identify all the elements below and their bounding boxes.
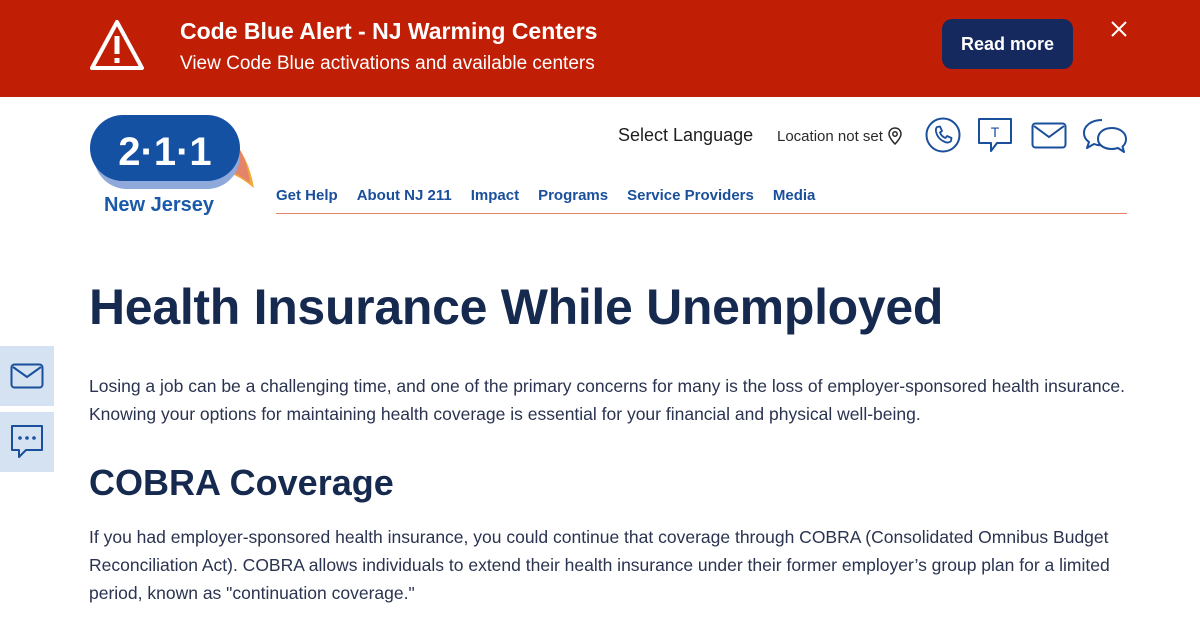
nav-divider <box>276 213 1127 214</box>
chat-icon <box>11 425 43 458</box>
nav-service-providers[interactable]: Service Providers <box>627 187 754 204</box>
nav-get-help[interactable]: Get Help <box>276 187 338 204</box>
alert-subtitle[interactable]: View Code Blue activations and available… <box>180 53 595 75</box>
nav-media[interactable]: Media <box>773 187 816 204</box>
main-nav: Get Help About NJ 211 Impact Programs Se… <box>276 187 815 204</box>
logo-number: 2·1·1 <box>118 130 211 174</box>
side-email-tab[interactable] <box>0 346 54 406</box>
nav-programs[interactable]: Programs <box>538 187 608 204</box>
nav-impact[interactable]: Impact <box>471 187 519 204</box>
page-title: Health Insurance While Unemployed <box>89 279 944 335</box>
svg-text:T: T <box>991 124 1000 140</box>
chat-icon[interactable] <box>1082 118 1128 154</box>
nav-about[interactable]: About NJ 211 <box>357 187 452 204</box>
close-icon[interactable] <box>1110 20 1128 38</box>
logo-text: New Jersey <box>103 194 215 216</box>
section-title: COBRA Coverage <box>89 462 394 503</box>
read-more-button[interactable]: Read more <box>942 19 1073 69</box>
intro-paragraph: Losing a job can be a challenging time, … <box>89 376 1126 424</box>
email-icon[interactable] <box>1031 122 1067 149</box>
email-icon <box>10 363 44 389</box>
location-pin-icon <box>888 127 902 145</box>
phone-icon[interactable] <box>925 117 961 153</box>
section-paragraph: If you had employer-sponsored health ins… <box>89 527 1110 603</box>
location-label: Location not set <box>777 127 883 145</box>
location-button[interactable]: Location not set <box>777 127 902 145</box>
text-message-icon[interactable]: T <box>977 117 1013 155</box>
alert-title: Code Blue Alert - NJ Warming Centers <box>180 18 598 44</box>
alert-banner: Code Blue Alert - NJ Warming Centers Vie… <box>0 0 1200 97</box>
select-language-button[interactable]: Select Language <box>618 125 753 146</box>
warning-triangle-icon <box>90 20 144 70</box>
side-chat-tab[interactable] <box>0 412 54 472</box>
